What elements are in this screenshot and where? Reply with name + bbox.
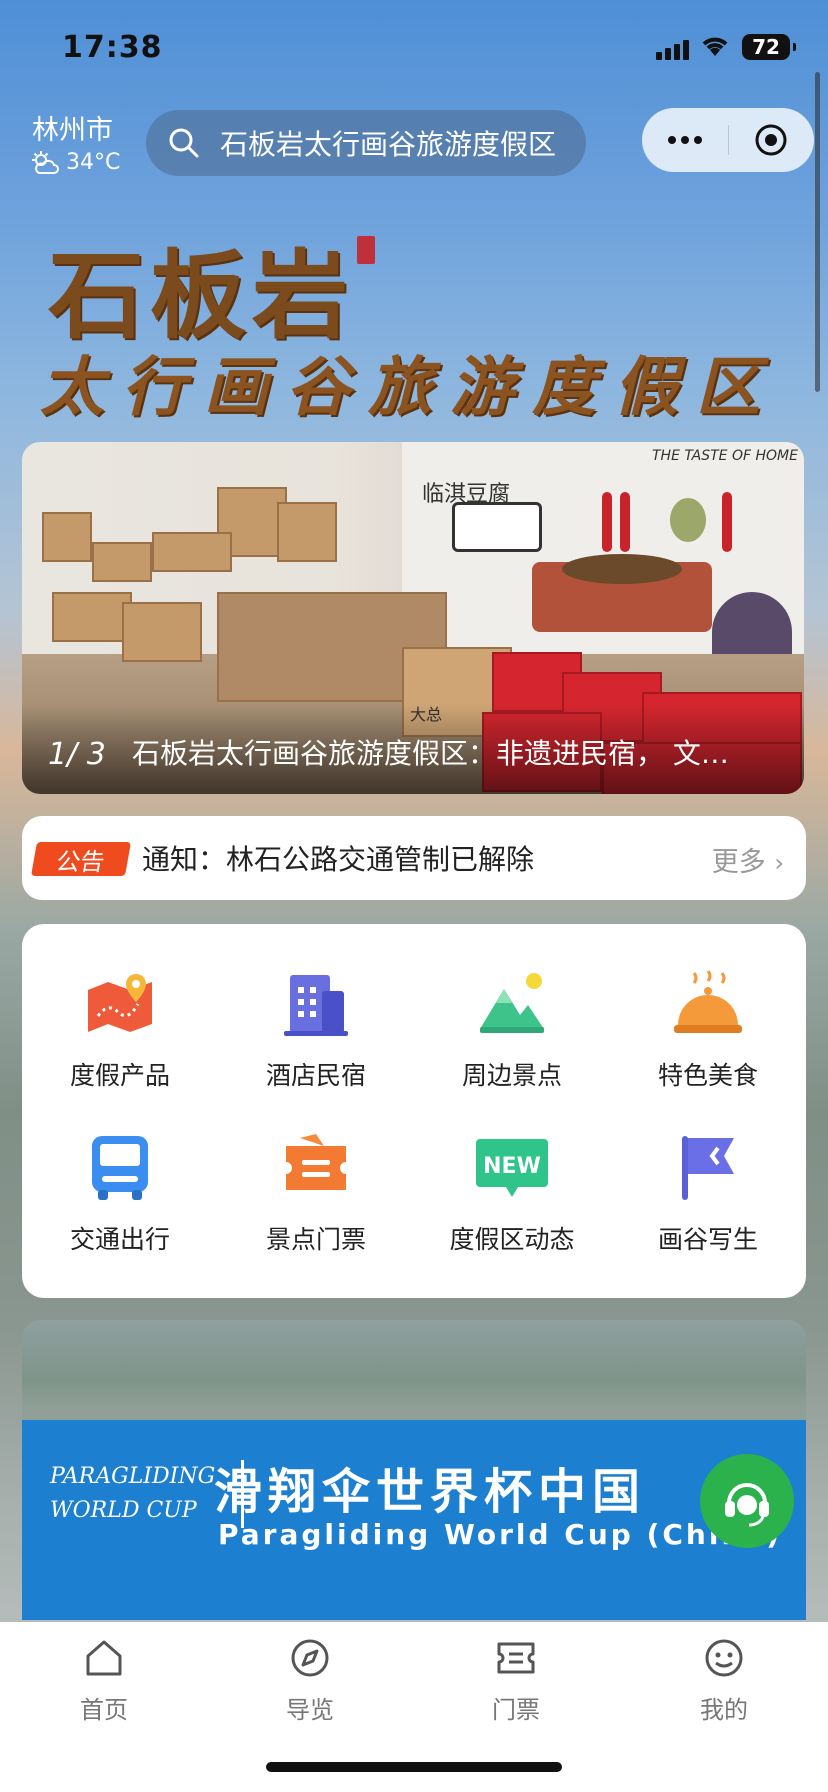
ticket-icon [276, 1128, 356, 1208]
miniprogram-capsule [642, 108, 814, 172]
logo-subtitle: 太行画谷旅游度假区 [40, 350, 778, 425]
banner-wall-text: THE TASTE OF HOME [652, 448, 798, 464]
bus-icon [80, 1128, 160, 1208]
weather-info: 34°C [32, 150, 120, 175]
banner-chili-decor [602, 492, 612, 552]
grid-item-nearby-sights[interactable]: 周边景点 [414, 964, 610, 1092]
paragliding-logo-line1: PARAGLIDING [50, 1464, 216, 1489]
map-pin-icon [80, 964, 160, 1044]
flag-icon [668, 1128, 748, 1208]
tab-tickets[interactable]: 门票 [456, 1636, 576, 1725]
banner-box [277, 502, 337, 562]
battery-indicator: 72 [742, 34, 796, 60]
promo-banner[interactable]: PARAGLIDING WORLD CUP 滑翔伞世界杯中国 Paraglidi… [22, 1320, 806, 1620]
search-text: 石板岩太行画谷旅游度假区 [220, 128, 557, 161]
tab-label: 首页 [80, 1696, 128, 1724]
function-grid: 度假产品 酒店民宿 周边景点 特色美食 交通出行 景点门票 NEW 度假区动态 … [22, 924, 806, 1298]
grid-item-local-food[interactable]: 特色美食 [610, 964, 806, 1092]
search-bar[interactable]: 石板岩太行画谷旅游度假区 [146, 110, 586, 176]
banner-chili-decor [620, 492, 630, 552]
grid-item-label: 交通出行 [69, 1225, 170, 1254]
sun-cloud-icon [32, 150, 59, 174]
grid-item-sketching[interactable]: 画谷写生 [610, 1128, 806, 1256]
grid-item-tickets[interactable]: 景点门票 [218, 1128, 414, 1256]
tab-label: 导览 [286, 1696, 334, 1724]
chevron-right-icon: › [774, 849, 784, 877]
tab-home[interactable]: 首页 [44, 1636, 164, 1725]
status-bar: 17:38 72 [0, 0, 828, 100]
banner-box [152, 532, 232, 572]
grid-item-vacation-products[interactable]: 度假产品 [22, 964, 218, 1092]
banner-cabbage-decor [670, 498, 706, 542]
paragliding-logo-line2: WORLD CUP [50, 1498, 197, 1523]
tab-guide[interactable]: 导览 [250, 1636, 370, 1725]
banner-box [42, 512, 92, 562]
banner-carousel[interactable]: THE TASTE OF HOME 临淇豆腐 大总 1/ 3 石板岩太行画谷旅游… [22, 442, 804, 794]
banner-title: 石板岩太行画谷旅游度假区：非遗进民宿， 文… [132, 737, 729, 770]
notice-tag: 公告 [31, 842, 131, 876]
banner-index: 1/ 3 [48, 737, 106, 772]
close-target-icon[interactable] [729, 122, 815, 158]
promo-title-en: Paragliding World Cup (China) [218, 1518, 783, 1551]
grid-item-label: 度假区动态 [449, 1225, 575, 1254]
notice-bar[interactable]: 公告 通知：林石公路交通管制已解除 更多 › [22, 816, 806, 900]
more-menu-icon[interactable] [642, 136, 728, 144]
customer-service-button[interactable] [700, 1454, 794, 1548]
wifi-icon [702, 37, 728, 56]
tab-label: 门票 [492, 1696, 540, 1724]
svg-text:NEW: NEW [483, 1154, 541, 1179]
tab-label: 我的 [700, 1696, 748, 1724]
banner-box [92, 542, 152, 582]
grid-item-label: 画谷写生 [657, 1225, 758, 1254]
temperature: 34°C [66, 150, 121, 175]
building-icon [276, 964, 356, 1044]
logo-seal [357, 236, 375, 264]
grid-item-resort-news[interactable]: NEW 度假区动态 [414, 1128, 610, 1256]
city-name[interactable]: 林州市 [32, 108, 113, 147]
food-dome-icon [668, 964, 748, 1044]
grid-item-hotels[interactable]: 酒店民宿 [218, 964, 414, 1092]
scrollbar[interactable] [815, 72, 820, 392]
new-badge-icon: NEW [472, 1128, 552, 1208]
banner-box [52, 592, 132, 642]
grid-item-label: 景点门票 [265, 1225, 366, 1254]
mountain-icon [472, 964, 552, 1044]
grid-item-transport[interactable]: 交通出行 [22, 1128, 218, 1256]
promo-title-cn: 滑翔伞世界杯中国 [214, 1464, 647, 1520]
smile-icon [705, 1639, 743, 1677]
banner-chili-decor [722, 492, 732, 552]
status-time: 17:38 [62, 30, 163, 65]
notice-text[interactable]: 通知：林石公路交通管制已解除 [142, 838, 534, 878]
banner-plate [452, 502, 542, 552]
grid-item-label: 特色美食 [657, 1061, 758, 1090]
home-icon [86, 1640, 122, 1676]
grid-item-label: 酒店民宿 [265, 1061, 366, 1090]
notice-more-label: 更多 [711, 847, 766, 878]
cellular-signal-icon [656, 40, 689, 60]
grid-item-label: 周边景点 [461, 1061, 562, 1090]
tab-mine[interactable]: 我的 [664, 1636, 784, 1725]
ticket-icon [497, 1642, 535, 1674]
search-icon [169, 128, 199, 158]
headset-icon [725, 1483, 769, 1527]
home-indicator[interactable] [266, 1762, 562, 1772]
grid-item-label: 度假产品 [69, 1061, 170, 1090]
compass-icon [291, 1639, 329, 1677]
banner-wok [562, 554, 682, 584]
notice-more-link[interactable]: 更多 › [712, 840, 784, 879]
banner-box [122, 602, 202, 662]
